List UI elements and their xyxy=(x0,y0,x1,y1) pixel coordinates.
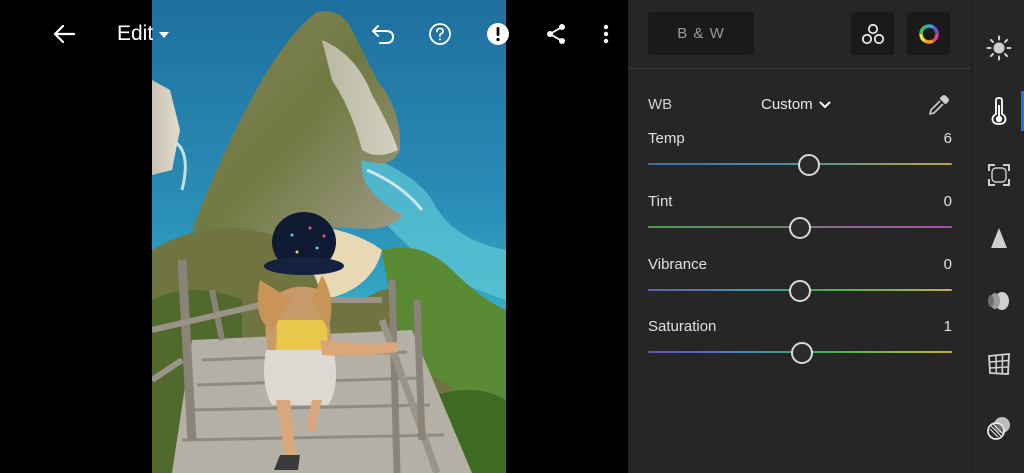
tint-slider[interactable]: Tint 0 xyxy=(648,193,952,243)
tint-thumb[interactable] xyxy=(789,217,811,239)
color-mix-icon xyxy=(861,23,884,44)
mode-selector[interactable]: Edit xyxy=(117,22,170,46)
alert-button[interactable] xyxy=(481,17,515,51)
rail-item-optics[interactable] xyxy=(972,281,1024,321)
effects-icon xyxy=(987,164,1010,186)
chevron-down-icon xyxy=(819,101,831,108)
top-toolbar: Edit xyxy=(0,0,628,68)
photo-image xyxy=(152,0,506,473)
tint-label: Tint xyxy=(648,193,673,210)
color-temperature-icon xyxy=(991,97,1006,125)
vibrance-value: 0 xyxy=(943,256,952,273)
help-button[interactable] xyxy=(423,17,457,51)
saturation-value: 1 xyxy=(943,318,952,335)
wb-label: WB xyxy=(648,96,673,113)
rail-item-light[interactable] xyxy=(972,28,1024,68)
rail-item-presets[interactable] xyxy=(972,408,1024,448)
white-balance-row: WB Custom xyxy=(648,93,951,117)
temp-slider[interactable]: Temp 6 xyxy=(648,130,952,180)
photo-canvas xyxy=(0,0,628,473)
presets-icon xyxy=(986,417,1010,440)
vibrance-thumb[interactable] xyxy=(789,280,811,302)
light-icon xyxy=(986,35,1011,61)
color-mix-button[interactable] xyxy=(851,12,894,55)
saturation-thumb[interactable] xyxy=(790,342,813,364)
share-icon xyxy=(547,24,565,44)
rail-item-detail[interactable] xyxy=(972,218,1024,258)
saturation-label: Saturation xyxy=(648,318,717,335)
temp-thumb[interactable] xyxy=(798,154,821,176)
rail-item-color[interactable] xyxy=(972,91,1024,131)
color-panel: B & W WB Custom Temp 6 Tint 0 Vibrance 0… xyxy=(628,0,971,473)
wb-dropdown[interactable]: Custom xyxy=(761,96,831,113)
wb-eyedropper-button[interactable] xyxy=(927,93,951,117)
vibrance-label: Vibrance xyxy=(648,256,707,273)
temp-label: Temp xyxy=(648,130,685,147)
more-options-button[interactable] xyxy=(589,17,623,51)
color-wheel-icon xyxy=(918,23,939,44)
bw-button[interactable]: B & W xyxy=(648,12,754,55)
help-icon xyxy=(429,23,451,45)
photo-preview[interactable] xyxy=(152,0,506,473)
detail-icon xyxy=(990,228,1007,248)
tint-value: 0 xyxy=(943,193,952,210)
more-vertical-icon xyxy=(603,24,609,44)
alert-icon xyxy=(487,23,509,45)
back-button[interactable] xyxy=(47,17,81,51)
undo-icon xyxy=(372,25,395,44)
eyedropper-icon xyxy=(929,95,949,115)
temp-value: 6 xyxy=(943,130,952,147)
rail-item-geometry[interactable] xyxy=(972,344,1024,384)
back-arrow-icon xyxy=(53,24,75,44)
color-grading-button[interactable] xyxy=(907,12,950,55)
caret-down-icon xyxy=(159,32,170,38)
bw-button-label: B & W xyxy=(677,25,725,42)
share-button[interactable] xyxy=(539,17,573,51)
wb-value: Custom xyxy=(761,96,813,113)
saturation-slider[interactable]: Saturation 1 xyxy=(648,318,952,368)
optics-icon xyxy=(987,292,1009,310)
undo-button[interactable] xyxy=(366,17,400,51)
tool-rail xyxy=(971,0,1024,473)
panel-header: B & W xyxy=(628,0,971,69)
geometry-icon xyxy=(987,353,1010,375)
mode-label: Edit xyxy=(117,22,154,45)
vibrance-slider[interactable]: Vibrance 0 xyxy=(648,256,952,306)
rail-item-effects[interactable] xyxy=(972,155,1024,195)
